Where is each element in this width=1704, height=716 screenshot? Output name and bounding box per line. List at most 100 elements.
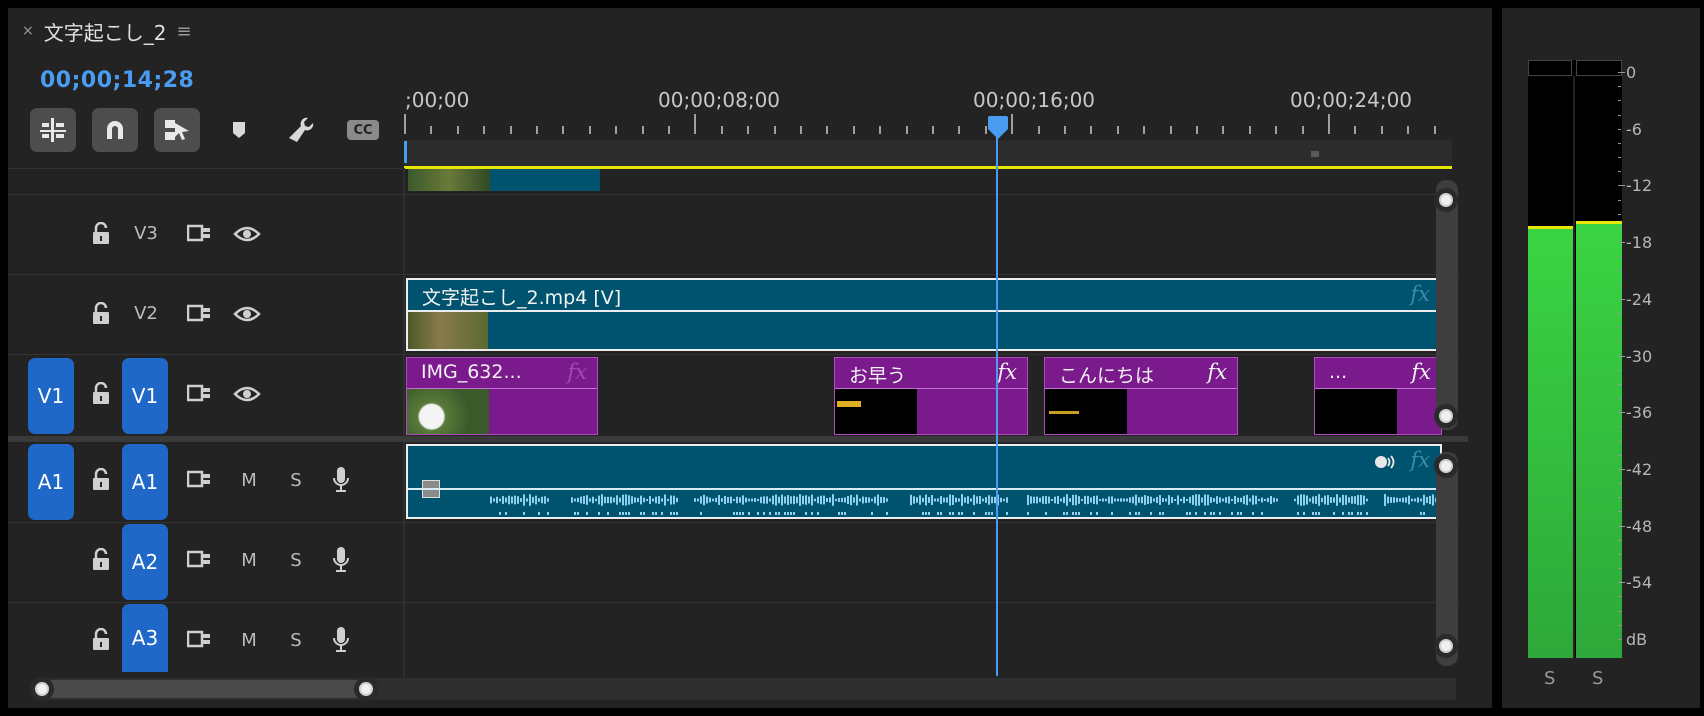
fx-badge[interactable]: fx bbox=[567, 360, 587, 384]
db-scale-tick bbox=[1618, 553, 1621, 555]
zoom-handle-right[interactable] bbox=[354, 677, 378, 701]
solo-right-button[interactable]: S bbox=[1592, 668, 1603, 689]
db-scale-tick bbox=[1618, 539, 1621, 541]
playhead-line[interactable] bbox=[996, 118, 998, 676]
mute-button[interactable]: M bbox=[236, 468, 262, 492]
lock-icon[interactable] bbox=[90, 628, 112, 652]
waveform-sample bbox=[619, 512, 621, 515]
header-divider bbox=[8, 168, 403, 169]
scroll-handle-top[interactable] bbox=[1434, 188, 1458, 212]
work-area-bar[interactable] bbox=[404, 140, 1452, 166]
waveform-sample bbox=[694, 498, 696, 502]
clip-caption-more[interactable]: ... fx bbox=[1314, 357, 1442, 435]
peak-indicator-right[interactable] bbox=[1576, 60, 1622, 76]
clip-caption-ohayou[interactable]: お早う fx bbox=[834, 357, 1028, 435]
db-scale-tick bbox=[1618, 412, 1625, 414]
zoom-handle-left[interactable] bbox=[30, 677, 54, 701]
sync-lock-icon[interactable] bbox=[186, 302, 212, 324]
waveform-sample bbox=[1351, 496, 1353, 504]
peak-indicator-left[interactable] bbox=[1528, 60, 1572, 76]
waveform-sample bbox=[739, 512, 741, 515]
horizontal-zoom-bar[interactable] bbox=[38, 680, 374, 698]
lock-icon[interactable] bbox=[90, 382, 112, 406]
eye-icon[interactable] bbox=[232, 224, 262, 244]
lock-icon[interactable] bbox=[90, 548, 112, 572]
waveform-sample bbox=[1240, 497, 1242, 503]
waveform-sample bbox=[1240, 512, 1242, 515]
sync-lock-icon[interactable] bbox=[186, 628, 212, 650]
clip-label: お早う bbox=[849, 365, 907, 387]
clip-thumbnail bbox=[408, 312, 488, 349]
solo-button[interactable]: S bbox=[284, 468, 308, 492]
db-scale-label: -30 bbox=[1626, 346, 1653, 366]
mute-button[interactable]: M bbox=[236, 628, 262, 652]
clip-video-main[interactable]: 文字起こし_2.mp4 [V] fx bbox=[406, 278, 1442, 351]
solo-left-button[interactable]: S bbox=[1544, 668, 1555, 689]
waveform-sample bbox=[817, 496, 819, 504]
sequence-title[interactable]: 文字起こし_2 bbox=[44, 17, 167, 46]
waveform-sample bbox=[586, 512, 588, 515]
snap-magnet-icon[interactable] bbox=[92, 108, 138, 152]
video-tracks-scrollbar[interactable] bbox=[1436, 180, 1458, 430]
clip-audio-main[interactable]: fx bbox=[406, 444, 1442, 519]
track-target-v1[interactable]: V1 bbox=[122, 358, 168, 434]
clip-caption-konnichiwa[interactable]: こんにちは fx bbox=[1044, 357, 1238, 435]
mute-button[interactable]: M bbox=[236, 548, 262, 572]
lock-icon[interactable] bbox=[90, 302, 112, 326]
microphone-icon[interactable] bbox=[330, 626, 352, 654]
waveform-sample bbox=[652, 512, 654, 515]
close-tab-button[interactable]: × bbox=[22, 23, 34, 39]
sync-lock-icon[interactable] bbox=[186, 548, 212, 570]
lock-icon[interactable] bbox=[90, 222, 112, 246]
source-patch-a1[interactable]: A1 bbox=[28, 444, 74, 520]
waveform-sample bbox=[1177, 495, 1179, 505]
track-target-a3[interactable]: A3 bbox=[122, 604, 168, 672]
speech-transcript-icon[interactable] bbox=[1374, 454, 1396, 472]
sync-lock-icon[interactable] bbox=[186, 382, 212, 404]
waveform-sample bbox=[1111, 496, 1113, 504]
track-v2-label[interactable]: V2 bbox=[130, 300, 162, 326]
waveform-sample bbox=[1078, 512, 1080, 515]
scroll-handle-bottom[interactable] bbox=[1434, 634, 1458, 658]
track-v3-label[interactable]: V3 bbox=[130, 220, 162, 246]
lock-icon[interactable] bbox=[90, 468, 112, 492]
panel-tab[interactable]: × 文字起こし_2 ≡ bbox=[22, 17, 192, 46]
waveform-sample bbox=[1063, 512, 1065, 515]
fx-badge[interactable]: fx bbox=[1410, 448, 1430, 472]
waveform-sample bbox=[769, 512, 771, 515]
track-target-a1[interactable]: A1 bbox=[122, 444, 168, 520]
playhead-handle-icon[interactable] bbox=[987, 116, 1009, 144]
scroll-handle-bottom[interactable] bbox=[1434, 404, 1458, 428]
eye-icon[interactable] bbox=[232, 384, 262, 404]
fx-badge[interactable]: fx bbox=[1207, 360, 1227, 384]
fx-badge[interactable]: fx bbox=[1411, 360, 1431, 384]
ruler-tick bbox=[430, 126, 433, 134]
video-audio-divider[interactable] bbox=[8, 436, 1468, 442]
solo-button[interactable]: S bbox=[284, 548, 308, 572]
sync-lock-icon[interactable] bbox=[186, 468, 212, 490]
waveform-sample bbox=[655, 512, 657, 515]
sync-lock-icon[interactable] bbox=[186, 222, 212, 244]
linked-selection-icon[interactable] bbox=[154, 108, 200, 152]
fx-badge[interactable]: fx bbox=[1410, 282, 1430, 306]
eye-icon[interactable] bbox=[232, 304, 262, 324]
waveform-sample bbox=[499, 512, 501, 515]
microphone-icon[interactable] bbox=[330, 466, 352, 494]
insert-sequence-nest-icon[interactable] bbox=[30, 108, 76, 152]
scroll-handle-top[interactable] bbox=[1434, 454, 1458, 478]
zoom-grip-icon[interactable] bbox=[1311, 151, 1319, 157]
panel-menu-icon[interactable]: ≡ bbox=[176, 21, 191, 42]
timeline-settings-wrench-icon[interactable] bbox=[278, 108, 324, 152]
source-patch-v1[interactable]: V1 bbox=[28, 358, 74, 434]
track-target-a2[interactable]: A2 bbox=[122, 524, 168, 600]
playhead-timecode[interactable]: 00;00;14;28 bbox=[40, 68, 194, 93]
waveform-sample bbox=[1411, 498, 1413, 502]
waveform-sample bbox=[796, 496, 798, 504]
clip-image[interactable]: IMG_632... fx bbox=[406, 357, 598, 435]
db-scale-label: 0 bbox=[1626, 63, 1637, 82]
fx-badge[interactable]: fx bbox=[997, 360, 1017, 384]
solo-button[interactable]: S bbox=[284, 628, 308, 652]
microphone-icon[interactable] bbox=[330, 546, 352, 574]
captions-cc-icon[interactable]: CC bbox=[340, 108, 386, 152]
add-marker-icon[interactable] bbox=[216, 108, 262, 152]
